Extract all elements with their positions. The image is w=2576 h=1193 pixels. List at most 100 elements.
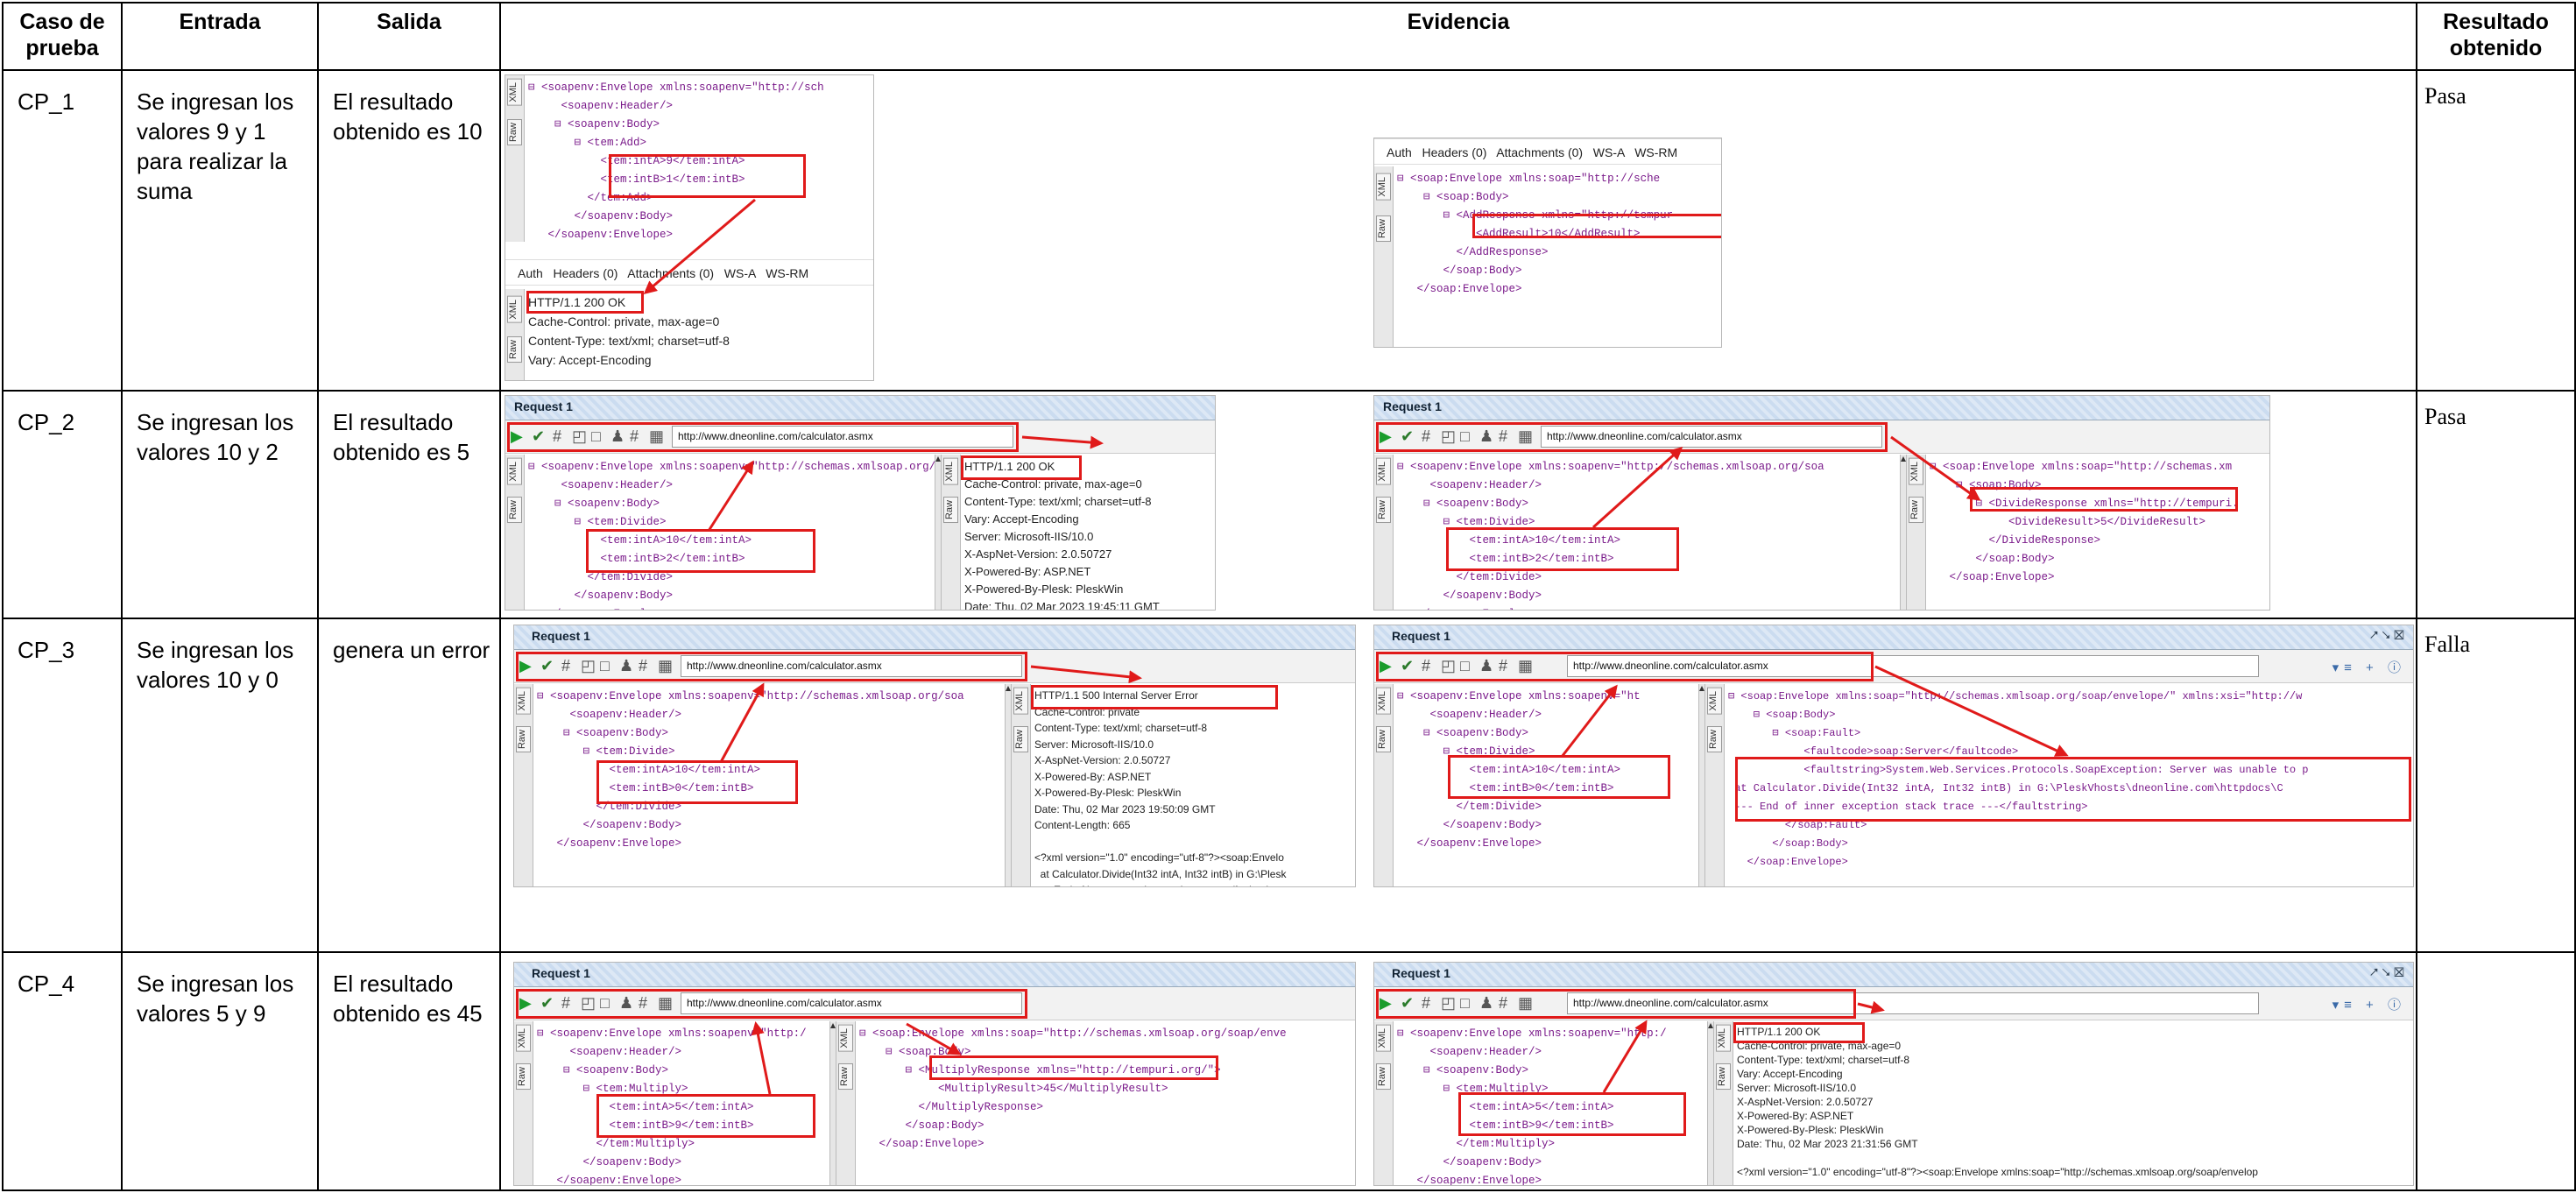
row-entrada: Se ingresan los valores 5 y 9: [121, 950, 319, 1192]
toolbar-right-icons[interactable]: ▾≡ + ⓘ: [2333, 995, 2406, 1013]
response-headers[interactable]: HTTP/1.1 500 Internal Server Error Cache…: [1034, 688, 1353, 886]
xml-tab[interactable]: XML: [1909, 458, 1923, 485]
highlight-box: [1472, 214, 1721, 239]
xml-tab[interactable]: XML: [1376, 688, 1391, 716]
response-xml[interactable]: ⊟ <soap:Envelope xmlns:soap="http://sche…: [1397, 170, 1719, 347]
row-evidencia: XML Raw ⊟ <soapenv:Envelope xmlns:soapen…: [499, 69, 2417, 392]
splitter-handle[interactable]: [935, 455, 942, 611]
splitter-handle[interactable]: [1698, 684, 1705, 887]
window-titlebar: Request 1 ⭧⭨☒: [1374, 962, 2413, 987]
row-resultado: Falla: [2416, 618, 2576, 953]
table-row: CP_4 Se ingresan los valores 5 y 9 El re…: [2, 950, 2576, 1192]
window-controls-icon[interactable]: ⭧⭨☒: [2369, 965, 2408, 980]
splitter-handle[interactable]: [1005, 684, 1012, 887]
xml-tab[interactable]: XML: [507, 296, 522, 323]
raw-tab[interactable]: Raw: [507, 336, 522, 364]
xml-tab[interactable]: XML: [1716, 1024, 1731, 1052]
highlight-box: [961, 455, 1082, 481]
raw-tab[interactable]: Raw: [516, 1062, 531, 1090]
response-tabs[interactable]: Auth Headers (0) Attachments (0) WS-A WS…: [505, 259, 873, 286]
row-salida: El resultado obtenido es 45: [317, 950, 501, 1192]
row-evidencia: Request 1 ▶ ✔ # ◰ □ ♟ # ▦ http://www.dne…: [499, 950, 2417, 1192]
xml-tab[interactable]: XML: [516, 1024, 531, 1052]
raw-tab[interactable]: Raw: [516, 726, 531, 753]
table-row: CP_2 Se ingresan los valores 10 y 2 El r…: [2, 390, 2576, 620]
raw-tab[interactable]: Raw: [1376, 726, 1391, 753]
xml-tab[interactable]: XML: [1013, 688, 1028, 716]
response-xml-pane: XML Raw ⊟ <soap:Envelope xmlns:soap="htt…: [1907, 455, 2269, 611]
response-xml-pane: XML Raw ⊟ <soap:Envelope xmlns:soap="htt…: [836, 1020, 1355, 1185]
highlight-box: [1446, 527, 1679, 572]
highlight-box: [1970, 487, 2238, 512]
soapui-response-window: Request 1 ⭧⭨☒ ▶ ✔ # ◰ □ ♟ # ▦ http://www…: [1373, 625, 2414, 888]
raw-tab[interactable]: Raw: [1707, 726, 1722, 753]
raw-tab[interactable]: Raw: [1013, 726, 1028, 753]
soapui-response-window: Request 1 ▶ ✔ # ◰ □ ♟ # ▦ http://www.dne…: [1373, 395, 2270, 611]
raw-tab[interactable]: Raw: [1376, 215, 1391, 243]
highlight-box: [516, 988, 1027, 1019]
test-cases-table: Caso de prueba Entrada Salida Evidencia …: [2, 1, 2576, 1192]
row-evidencia: Request 1 ▶ ✔ # ◰ □ ♟ # ▦ http://www.dne…: [499, 618, 2417, 953]
xml-tab[interactable]: XML: [1707, 688, 1722, 716]
response-tabs[interactable]: Auth Headers (0) Attachments (0) WS-A WS…: [1374, 138, 1721, 166]
xml-tab[interactable]: XML: [1376, 458, 1391, 485]
highlight-box: [586, 529, 815, 574]
table-row: CP_3 Se ingresan los valores 10 y 0 gene…: [2, 618, 2576, 953]
response-xml[interactable]: ⊟ <soap:Envelope xmlns:soap="http://sche…: [1930, 458, 2268, 610]
xml-tab[interactable]: XML: [1376, 1024, 1391, 1052]
window-title: Request 1: [1392, 629, 1450, 644]
toolbar-right-icons[interactable]: ▾≡ + ⓘ: [2333, 658, 2406, 676]
window-title: Request 1: [532, 965, 590, 980]
row-caso: CP_4: [2, 950, 123, 1192]
response-headers[interactable]: HTTP/1.1 200 OK Cache-Control: private, …: [964, 458, 1213, 610]
request-xml-pane: XML Raw ⊟ <soapenv:Envelope xmlns:soapen…: [505, 75, 873, 243]
raw-tab[interactable]: Raw: [1376, 497, 1391, 524]
soapui-request-window: Request 1 ▶ ✔ # ◰ □ ♟ # ▦ http://www.dne…: [505, 395, 1216, 611]
highlight-box: [1376, 422, 1888, 453]
response-xml[interactable]: ⊟ <soap:Envelope xmlns:soap="http://sche…: [859, 1025, 1353, 1185]
xml-tab[interactable]: XML: [1376, 173, 1391, 201]
xml-tab[interactable]: XML: [943, 458, 958, 485]
row-entrada: Se ingresan los valores 10 y 2: [121, 390, 319, 620]
window-title: Request 1: [1383, 399, 1442, 414]
soapui-response-window: Request 1 ⭧⭨☒ ▶ ✔ # ◰ □ ♟ # ▦ http://www…: [1373, 961, 2414, 1186]
window-title: Request 1: [532, 629, 590, 644]
raw-tab[interactable]: Raw: [943, 497, 958, 524]
window-titlebar: Request 1: [505, 396, 1215, 421]
xml-tab[interactable]: XML: [516, 688, 531, 716]
row-caso: CP_3: [2, 618, 123, 953]
highlight-box: [516, 652, 1027, 682]
row-entrada: Se ingresan los valores 9 y 1 para reali…: [121, 69, 319, 392]
header-caso: Caso de prueba: [2, 1, 123, 72]
raw-tab[interactable]: Raw: [1376, 1062, 1391, 1090]
raw-tab[interactable]: Raw: [838, 1062, 853, 1090]
splitter-handle[interactable]: [829, 1020, 836, 1185]
splitter-handle[interactable]: [1707, 1020, 1714, 1185]
highlight-box: [507, 422, 1019, 453]
raw-tab[interactable]: Raw: [1909, 497, 1923, 524]
highlight-box: [929, 1055, 1218, 1080]
raw-tab[interactable]: Raw: [507, 497, 522, 524]
response-headers-pane: XML Raw HTTP/1.1 500 Internal Server Err…: [1012, 684, 1355, 887]
window-controls-icon[interactable]: ⭧⭨☒: [2369, 628, 2408, 643]
xml-tab[interactable]: XML: [838, 1024, 853, 1052]
response-headers-pane: XML Raw HTTP/1.1 200 OK Cache-Control: p…: [1714, 1020, 2413, 1185]
table-row: CP_1 Se ingresan los valores 9 y 1 para …: [2, 69, 2576, 392]
splitter-handle[interactable]: [1900, 455, 1907, 611]
xml-tab[interactable]: XML: [507, 79, 522, 106]
header-salida: Salida: [317, 1, 501, 72]
highlight-box: [1733, 1021, 1865, 1043]
soapui-request-window: Request 1 ▶ ✔ # ◰ □ ♟ # ▦ http://www.dne…: [513, 961, 1356, 1186]
row-evidencia: Request 1 ▶ ✔ # ◰ □ ♟ # ▦ http://www.dne…: [499, 390, 2417, 620]
row-caso: CP_2: [2, 390, 123, 620]
row-salida: El resultado obtenido es 10: [317, 69, 501, 392]
window-titlebar: Request 1: [514, 962, 1355, 987]
raw-tab[interactable]: Raw: [507, 119, 522, 146]
response-headers[interactable]: HTTP/1.1 200 OK Cache-Control: private, …: [1737, 1025, 2411, 1185]
highlight-box: [526, 291, 644, 314]
row-salida: El resultado obtenido es 5: [317, 390, 501, 620]
highlight-box: [1376, 988, 1856, 1019]
row-caso: CP_1: [2, 69, 123, 392]
raw-tab[interactable]: Raw: [1716, 1062, 1731, 1090]
xml-tab[interactable]: XML: [507, 458, 522, 485]
